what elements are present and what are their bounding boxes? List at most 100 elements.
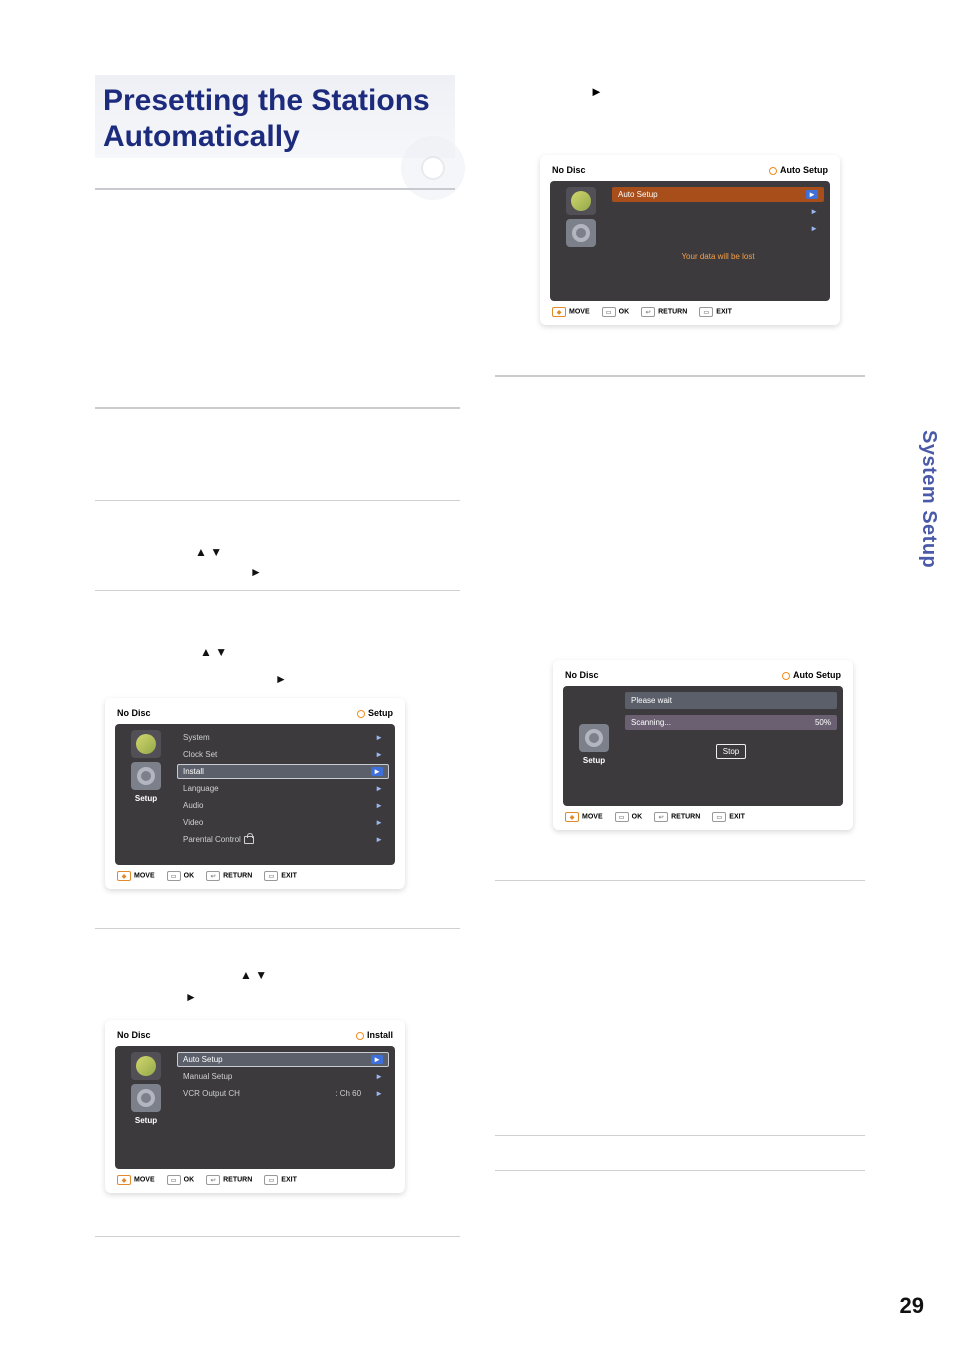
- key-return-label: RETURN: [223, 1177, 252, 1184]
- chevron-right-icon: ►: [375, 750, 383, 759]
- menu-item-auto-setup[interactable]: Auto Setup ►: [612, 187, 824, 202]
- menu-item-manual-setup[interactable]: Manual Setup ►: [177, 1069, 389, 1084]
- menu-item-system[interactable]: System ►: [177, 730, 389, 745]
- key-icon: ▭: [264, 1175, 278, 1185]
- menu-item-install[interactable]: Install ►: [177, 764, 389, 779]
- key-return-label: RETURN: [671, 814, 700, 821]
- section-divider: [95, 1236, 460, 1237]
- menu-item-audio[interactable]: Audio ►: [177, 798, 389, 813]
- crumb-label: Auto Setup: [780, 165, 828, 175]
- menu-item-label: Auto Setup: [618, 190, 658, 199]
- step-nav-right: ►: [185, 990, 197, 1004]
- osd-auto-setup-warning: No Disc Auto Setup Auto Setup ► ► ► Your…: [540, 155, 840, 325]
- key-guide: ◆MOVE ▭OK ↩RETURN ▭EXIT: [550, 301, 830, 317]
- arrow-right-icon: ►: [590, 84, 603, 99]
- menu-item-label: Auto Setup: [183, 1055, 223, 1064]
- stop-button[interactable]: Stop: [716, 744, 746, 759]
- key-guide: ◆MOVE ▭OK ↩RETURN ▭EXIT: [115, 1169, 395, 1185]
- section-divider: [495, 1135, 865, 1136]
- section-divider: [495, 375, 865, 377]
- menu-item-label: Language: [183, 784, 219, 793]
- key-icon: ◆: [117, 871, 131, 881]
- section-divider: [95, 500, 460, 501]
- disc-tab-icon[interactable]: [566, 187, 596, 215]
- setup-tab-icon[interactable]: [131, 762, 161, 790]
- disc-tab-icon[interactable]: [131, 730, 161, 758]
- key-icon: ◆: [565, 812, 579, 822]
- key-move-label: MOVE: [569, 309, 590, 316]
- menu-item-label: System: [183, 733, 210, 742]
- crumb-dot-icon: [769, 167, 777, 175]
- key-icon: ↩: [206, 1175, 220, 1185]
- chevron-right-icon: ►: [375, 733, 383, 742]
- menu-item-language[interactable]: Language ►: [177, 781, 389, 796]
- menu-item-label: Audio: [183, 801, 203, 810]
- menu-item-value: : Ch 60: [335, 1089, 361, 1098]
- chevron-right-icon: ►: [375, 835, 383, 844]
- menu-item-label: Manual Setup: [183, 1072, 232, 1081]
- menu-item-blank: ►: [612, 204, 824, 219]
- chevron-right-icon: ►: [375, 784, 383, 793]
- menu-item-label: Install: [183, 767, 204, 776]
- page-title: Presetting the Stations Automatically: [95, 75, 455, 190]
- setup-tab-icon[interactable]: [131, 1084, 161, 1112]
- step-nav-right: ►: [275, 672, 287, 686]
- menu-item-clock-set[interactable]: Clock Set►: [177, 747, 389, 762]
- key-move-label: MOVE: [582, 814, 603, 821]
- status-label: No Disc: [117, 1030, 151, 1040]
- setup-tab-label: Setup: [583, 756, 605, 765]
- step-nav-updown: ▲ ▼: [195, 545, 222, 559]
- chevron-right-icon: ►: [375, 801, 383, 810]
- key-move-label: MOVE: [134, 873, 155, 880]
- step-nav-updown: ▲ ▼: [200, 645, 227, 659]
- osd-scanning: No Disc Auto Setup Setup Please wait Sca…: [553, 660, 853, 830]
- key-icon: ◆: [117, 1175, 131, 1185]
- chevron-right-icon: ►: [810, 207, 818, 216]
- chevron-right-icon: ►: [371, 1055, 383, 1064]
- crumb-dot-icon: [782, 672, 790, 680]
- menu-item-parental-control[interactable]: Parental Control ►: [177, 832, 389, 847]
- setup-tab-icon[interactable]: [579, 724, 609, 752]
- key-icon: ↩: [206, 871, 220, 881]
- chevron-right-icon: ►: [806, 190, 818, 199]
- section-divider: [95, 407, 460, 409]
- key-exit-label: EXIT: [281, 1177, 297, 1184]
- menu-item-blank: ►: [612, 221, 824, 236]
- section-divider: [95, 590, 460, 591]
- key-icon: ▭: [167, 871, 181, 881]
- crumb-dot-icon: [357, 710, 365, 718]
- key-ok-label: OK: [184, 1177, 195, 1184]
- key-return-label: RETURN: [223, 873, 252, 880]
- warning-message: Your data will be lost: [612, 252, 824, 261]
- status-label: No Disc: [565, 670, 599, 680]
- menu-item-vcr-output-ch[interactable]: VCR Output CH : Ch 60 ►: [177, 1086, 389, 1101]
- key-icon: ▭: [699, 307, 713, 317]
- setup-tab-label: Setup: [135, 1116, 157, 1125]
- crumb-label: Install: [367, 1030, 393, 1040]
- crumb-label: Auto Setup: [793, 670, 841, 680]
- key-ok-label: OK: [632, 814, 643, 821]
- disc-tab-icon[interactable]: [131, 1052, 161, 1080]
- key-icon: ↩: [641, 307, 655, 317]
- setup-tab-icon[interactable]: [566, 219, 596, 247]
- status-label: No Disc: [117, 708, 151, 718]
- step-nav-right: ►: [250, 565, 262, 579]
- menu-item-auto-setup[interactable]: Auto Setup ►: [177, 1052, 389, 1067]
- menu-item-video[interactable]: Video►: [177, 815, 389, 830]
- section-divider: [495, 880, 865, 881]
- key-ok-label: OK: [619, 309, 630, 316]
- key-guide: ◆MOVE ▭OK ↩RETURN ▭EXIT: [563, 806, 843, 822]
- chevron-right-icon: ►: [371, 767, 383, 776]
- chevron-right-icon: ►: [375, 1089, 383, 1098]
- chevron-right-icon: ►: [375, 1072, 383, 1081]
- key-guide: ◆MOVE ▭OK ↩RETURN ▭EXIT: [115, 865, 395, 881]
- disc-decoration-icon: [401, 136, 465, 200]
- section-divider: [95, 928, 460, 929]
- status-label: No Disc: [552, 165, 586, 175]
- menu-item-label: Parental Control: [183, 835, 241, 844]
- chevron-right-icon: ►: [810, 224, 818, 233]
- key-icon: ↩: [654, 812, 668, 822]
- key-return-label: RETURN: [658, 309, 687, 316]
- key-icon: ▭: [712, 812, 726, 822]
- key-ok-label: OK: [184, 873, 195, 880]
